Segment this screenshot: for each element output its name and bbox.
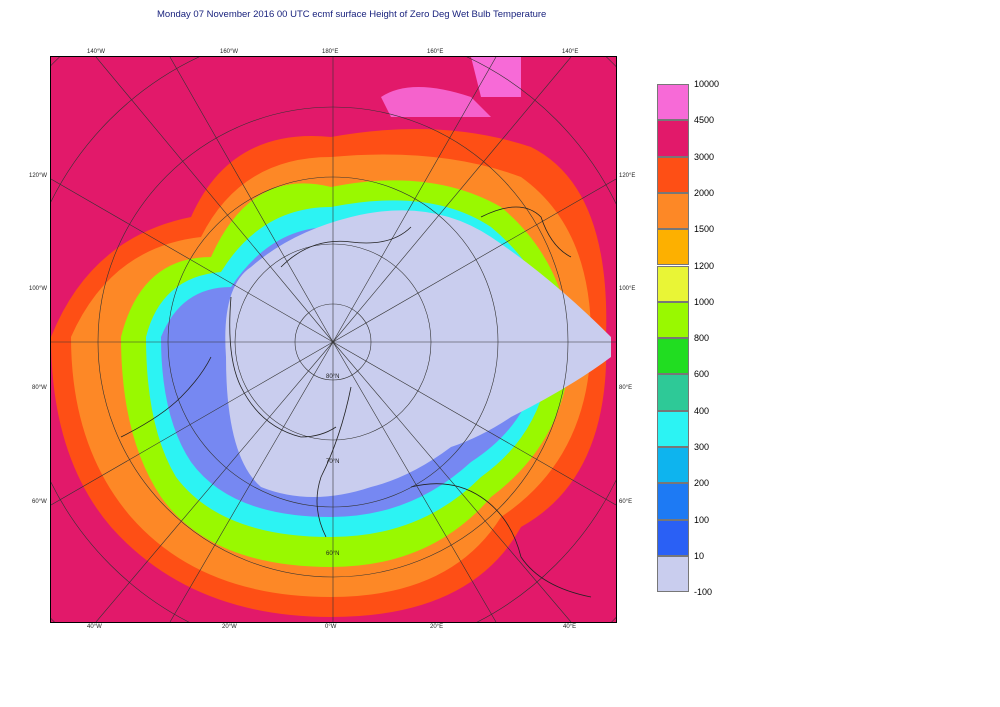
legend-value: 200: [694, 478, 710, 489]
label-bottom-40w: 40°W: [87, 624, 102, 630]
legend-swatch: [657, 301, 689, 339]
label-left-120w: 120°W: [29, 173, 48, 179]
label-bottom-40e: 40°E: [563, 624, 577, 630]
label-bottom-0w: 0°W: [325, 624, 337, 630]
legend-value: 4500: [694, 115, 715, 126]
legend-value: 1200: [694, 260, 715, 271]
legend-value: 2000: [694, 187, 715, 198]
polar-map: 140°W 160°W 180°E 160°E 140°E: [50, 56, 617, 623]
legend-swatch: [657, 192, 689, 230]
legend-swatch: [657, 156, 689, 193]
legend-value: 3000: [694, 151, 715, 162]
legend-swatch: [657, 229, 689, 266]
legend-value: 400: [694, 405, 710, 416]
legend-swatch: [657, 120, 689, 157]
legend-swatch: [657, 519, 689, 556]
legend-swatch: [657, 338, 689, 375]
legend-value: 1500: [694, 224, 715, 235]
legend-value: 10: [694, 550, 705, 561]
label-top-140e: 140°E: [562, 49, 579, 55]
legend-value: 10000: [694, 79, 720, 89]
label-bottom-20e: 20°E: [430, 624, 444, 630]
label-top-160w: 160°W: [220, 49, 239, 55]
legend-swatch: [657, 483, 689, 520]
lat-label-60n: 60°N: [326, 551, 340, 557]
label-right-100e: 100°E: [619, 286, 636, 292]
legend-value: 1000: [694, 296, 715, 307]
label-right-120e: 120°E: [619, 173, 636, 179]
label-top-140w: 140°W: [87, 49, 106, 55]
legend-value: 100: [694, 514, 710, 525]
label-top-160e: 160°E: [427, 49, 444, 55]
map-title: Monday 07 November 2016 00 UTC ecmf surf…: [157, 9, 547, 20]
lon-label-140w-top: 140°W: [88, 56, 106, 57]
legend-swatch: [657, 84, 689, 121]
lat-label-70n: 70°N: [326, 459, 340, 465]
label-bottom-20w: 20°W: [222, 624, 237, 630]
label-left-100w: 100°W: [29, 286, 48, 292]
legend-swatch: [657, 265, 689, 302]
label-left-60w: 60°W: [32, 499, 47, 505]
label-top-180e: 180°E: [322, 49, 339, 55]
legend-swatch: [657, 374, 689, 411]
lon-label-140e-top: 140°E: [563, 56, 579, 57]
lon-label-160e-top: 160°E: [428, 56, 444, 57]
legend-value: 300: [694, 442, 710, 452]
map-svg: [51, 57, 616, 622]
legend-swatch: [657, 555, 689, 592]
legend-value: 600: [694, 369, 710, 380]
label-left-80w: 80°W: [32, 385, 47, 391]
lon-label-160w-top: 160°W: [221, 56, 239, 57]
label-right-80e: 80°E: [619, 385, 633, 391]
lon-label-180e-top: 180°E: [323, 56, 339, 57]
label-right-60e: 60°E: [619, 499, 633, 505]
legend-swatch: [657, 447, 689, 484]
legend-swatch: [657, 410, 689, 447]
legend-value: 800: [694, 333, 710, 344]
lat-label-80n: 80°N: [326, 374, 340, 380]
legend-value: -100: [694, 587, 713, 598]
